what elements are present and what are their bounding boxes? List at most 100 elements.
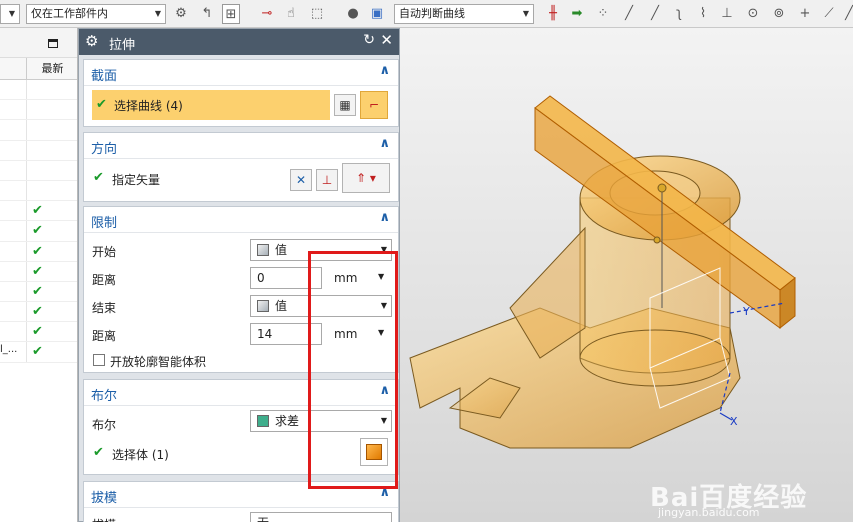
sketch-section-icon[interactable]: ▦ [334,94,356,116]
truncated-feature-name: l_... [0,344,18,356]
check-icon: ✔ [32,324,43,340]
curve-select-icon[interactable]: ⌐ [360,91,388,119]
curve-icon[interactable]: ʅ [670,4,688,24]
table-row[interactable]: ✔ [0,241,77,262]
spline-icon[interactable]: ⌇ [694,4,712,24]
reverse-direction-icon[interactable]: ✕ [290,169,312,191]
check-icon: ✔ [32,304,43,320]
end-type-value: 值 [275,299,288,313]
check-icon: ✔ [32,203,43,219]
plus-icon[interactable]: + [796,4,814,24]
table-row[interactable]: ✔ [0,221,77,242]
select-curve-label: 选择曲线 (4) [114,99,183,113]
table-row[interactable] [0,120,77,141]
section-group-header[interactable]: 截面 ∧ [84,60,398,86]
column-divider [26,281,27,302]
open-profile-checkbox[interactable] [93,354,105,366]
watermark-url: jingyan.baidu.com [658,506,760,519]
line-icon[interactable]: ╱ [620,4,638,24]
filter-combo[interactable]: ▼ [0,4,20,24]
table-row[interactable]: ✔ [0,201,77,222]
collapse-icon[interactable]: ∧ [379,210,390,225]
center-icon[interactable]: ⊚ [770,4,788,24]
column-divider [26,120,27,140]
end-point-icon[interactable]: ⟋ [820,4,838,24]
column-divider [26,241,27,261]
circle-icon[interactable]: ⊙ [744,4,762,24]
vector-type-dropdown[interactable]: ⇑ ▾ [342,163,390,193]
vector-dialog-icon[interactable]: ⊥ [316,169,338,191]
curve-rule-combo[interactable]: 自动判断曲线 ▼ [394,4,534,24]
table-row[interactable]: ✔ [0,302,77,323]
select-curve-row[interactable]: ✔ 选择曲线 (4) [92,90,330,120]
point-icon[interactable]: ● [344,4,362,24]
table-row[interactable]: ✔ [0,261,77,282]
table-row[interactable] [0,180,77,202]
direction-group: 方向 ∧ ✔ 指定矢量 ✕ ⊥ ⇑ ▾ [83,132,399,202]
table-row[interactable]: ✔ l_... [0,342,77,363]
tangent-icon[interactable]: ⊥ [718,4,736,24]
navigator-rows: ✔ ✔ ✔ ✔ ✔ ✔ ✔ ✔ l_... [0,80,77,363]
collapse-icon[interactable]: ∧ [379,63,390,78]
table-row[interactable] [0,100,77,121]
dots-icon[interactable]: ⁘ [594,4,612,24]
limits-group-header[interactable]: 限制 ∧ [84,207,398,233]
graphics-viewport[interactable]: Y X Bai百度经验 jingyan.baidu.com [400,28,853,522]
selection-scope-combo[interactable]: 仅在工作部件内 ▼ [26,4,166,24]
rectangle-select-icon[interactable]: ⬚ [308,4,326,24]
reset-icon[interactable]: ↻ [363,32,375,48]
boolean-type-value: 求差 [275,414,300,428]
axis-y-label: Y [742,305,750,318]
snap-icon[interactable]: ⚙ [172,4,190,24]
table-row[interactable] [0,140,77,161]
part-navigator: 最新 ✔ ✔ ✔ ✔ ✔ ✔ ✔ ✔ l_... [0,28,78,522]
start-type-value: 值 [275,243,288,257]
line-icon-3[interactable]: ╱ [840,4,853,24]
column-divider [26,180,27,201]
restore-icon[interactable] [48,39,58,48]
check-icon: ✔ [93,170,104,185]
column-latest[interactable]: 最新 [26,58,78,80]
open-profile-label: 开放轮廓智能体积 [110,355,207,369]
close-icon[interactable]: ✕ [380,31,393,49]
check-icon: ✔ [32,263,43,279]
boolean-label: 布尔 [92,418,117,432]
column-divider [26,140,27,160]
end-distance-value: 14 [257,327,273,341]
gear-icon[interactable]: ⚙ [85,32,98,50]
line-icon-2[interactable]: ╱ [646,4,664,24]
column-divider [26,322,27,342]
selection-filter-icon[interactable]: ⊞ [222,4,240,24]
check-icon: ✔ [93,445,104,460]
part-model-drawing: Y X [409,95,796,449]
table-row[interactable]: ✔ [0,322,77,343]
pick-icon[interactable]: ☝ [282,4,300,24]
draft-type-dropdown[interactable]: 无 [250,512,392,522]
select-body-label: 选择体 (1) [112,448,169,462]
check-icon: ✔ [32,283,43,299]
navigator-columns: 最新 [0,58,77,80]
column-divider [26,100,27,120]
subtract-icon [257,415,269,427]
table-row[interactable] [0,160,77,181]
table-row[interactable] [0,80,77,101]
check-icon: ✔ [96,97,107,112]
collapse-icon[interactable]: ∧ [379,136,390,151]
axis-x-label: X [730,415,738,428]
cube-select-icon[interactable]: ▣ [368,4,386,24]
chevron-down-icon: ▼ [154,9,162,18]
direction-group-header[interactable]: 方向 ∧ [84,133,398,159]
column-divider [26,221,27,241]
parallel-icon[interactable]: ╫ [544,4,562,24]
check-icon: ✔ [32,243,43,259]
section-group-title: 截面 [91,69,118,84]
start-distance-label: 距离 [92,273,117,287]
table-row[interactable]: ✔ [0,281,77,303]
chevron-down-icon: ▼ [522,9,530,18]
magnet-icon[interactable]: ⊸ [258,4,276,24]
column-divider [26,261,27,281]
column-divider [26,160,27,180]
arrow-right-icon[interactable]: ➡ [568,4,586,24]
arrow-select-icon[interactable]: ↰ [198,4,216,24]
column-divider [26,80,27,100]
